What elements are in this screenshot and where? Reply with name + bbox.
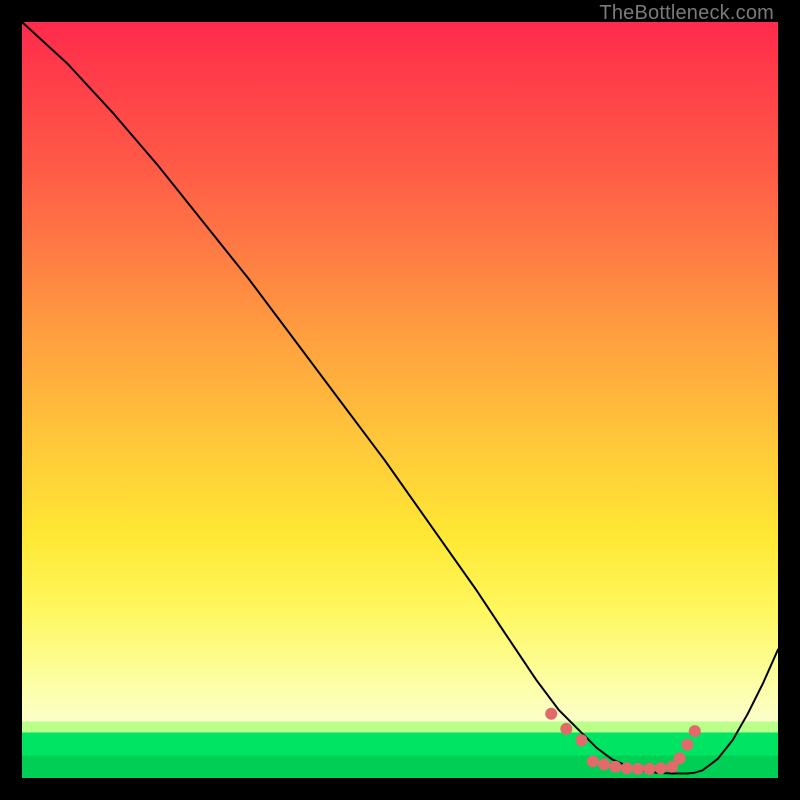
highlight-dot xyxy=(560,723,572,735)
highlight-dot xyxy=(674,752,686,764)
highlight-dot xyxy=(575,734,587,746)
highlight-dot xyxy=(621,762,633,774)
watermark-text: TheBottleneck.com xyxy=(599,2,774,25)
highlight-dot xyxy=(632,763,644,775)
highlight-dot xyxy=(644,763,656,775)
curve-line xyxy=(22,22,778,774)
highlight-dot xyxy=(681,739,693,751)
highlight-dot xyxy=(655,762,667,774)
highlight-dot xyxy=(689,725,701,737)
highlight-dots xyxy=(545,708,701,775)
chart-overlay xyxy=(22,22,778,778)
highlight-dot xyxy=(587,755,599,767)
highlight-dot xyxy=(545,708,557,720)
highlight-dot xyxy=(598,758,610,770)
highlight-dot xyxy=(610,761,622,773)
